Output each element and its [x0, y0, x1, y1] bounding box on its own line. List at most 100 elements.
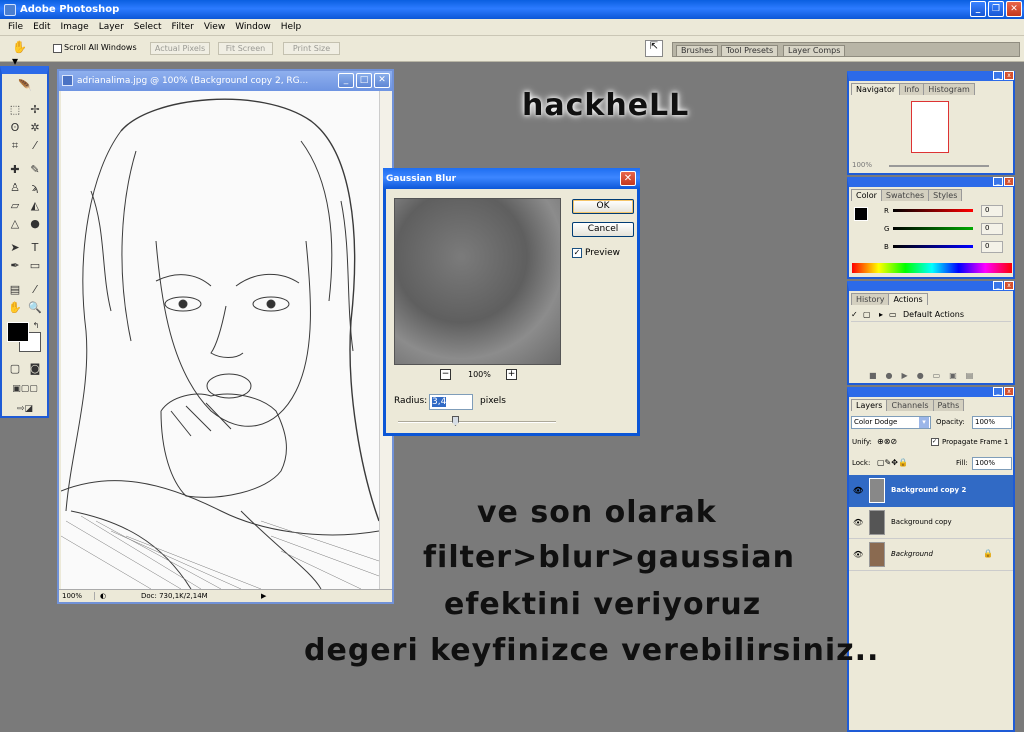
- tab-styles[interactable]: Styles: [928, 189, 963, 201]
- tab-histogram[interactable]: Histogram: [923, 83, 975, 95]
- restore-button[interactable]: ❐: [988, 1, 1004, 17]
- panel-close-button[interactable]: x: [1004, 281, 1014, 290]
- actual-pixels-button[interactable]: Actual Pixels: [150, 42, 210, 55]
- layer-visibility-eye-icon[interactable]: 👁: [853, 486, 863, 495]
- navigator-zoom-slider[interactable]: [889, 165, 989, 167]
- hand-tool-icon[interactable]: ✋▾: [12, 40, 30, 68]
- notes-tool-icon[interactable]: ▤: [7, 282, 23, 297]
- panel-minimize-button[interactable]: _: [993, 177, 1003, 186]
- dialog-toggle-icon[interactable]: ▢: [863, 310, 879, 319]
- zoom-out-button[interactable]: −: [440, 369, 451, 380]
- marquee-tool-icon[interactable]: ⬚: [7, 102, 23, 117]
- unify-icons[interactable]: ⊕⊗⊘: [877, 437, 897, 446]
- pen-tool-icon[interactable]: ✒: [7, 258, 23, 273]
- scroll-all-windows-checkbox[interactable]: [53, 44, 62, 53]
- menu-window[interactable]: Window: [230, 22, 276, 32]
- dialog-close-button[interactable]: ✕: [620, 171, 636, 186]
- eraser-tool-icon[interactable]: ▱: [7, 198, 23, 213]
- lock-icons[interactable]: ▢✎✥🔒: [877, 458, 908, 467]
- tab-info[interactable]: Info: [899, 83, 925, 95]
- fit-screen-button[interactable]: Fit Screen: [218, 42, 273, 55]
- panel-minimize-button[interactable]: _: [993, 71, 1003, 80]
- screen-mode-icons[interactable]: ▣▢▢: [5, 382, 45, 397]
- brush-tool-icon[interactable]: ✎: [27, 162, 43, 177]
- paint-bucket-tool-icon[interactable]: ◭: [27, 198, 43, 213]
- tab-layers[interactable]: Layers: [851, 399, 888, 411]
- channel-g-slider[interactable]: [893, 227, 973, 230]
- path-selection-tool-icon[interactable]: ➤: [7, 240, 23, 255]
- tab-navigator[interactable]: Navigator: [851, 83, 901, 95]
- propagate-checkbox[interactable]: ✓: [931, 438, 939, 446]
- action-check-icon[interactable]: ✓: [851, 310, 863, 319]
- tab-swatches[interactable]: Swatches: [880, 189, 930, 201]
- menu-select[interactable]: Select: [129, 22, 167, 32]
- foreground-color-swatch[interactable]: [7, 322, 29, 342]
- zoom-level[interactable]: 100%: [59, 592, 95, 600]
- quick-mask-icon[interactable]: ◙: [27, 361, 43, 376]
- healing-brush-tool-icon[interactable]: ✚: [7, 162, 23, 177]
- fill-input[interactable]: 100%: [972, 457, 1012, 470]
- radius-slider-track[interactable]: [398, 421, 556, 423]
- blend-mode-select[interactable]: Color Dodge ▾: [851, 416, 931, 429]
- channel-g-value[interactable]: 0: [981, 223, 1003, 235]
- tool-presets-tab[interactable]: Tool Presets: [721, 45, 779, 57]
- blur-tool-icon[interactable]: △: [7, 216, 23, 231]
- tab-channels[interactable]: Channels: [886, 399, 934, 411]
- doc-minimize-button[interactable]: _: [338, 73, 354, 88]
- dodge-tool-icon[interactable]: ●: [27, 216, 43, 231]
- action-set-row[interactable]: ✓ ▢ ▸ ▭ Default Actions: [851, 308, 1011, 322]
- panel-minimize-button[interactable]: _: [993, 387, 1003, 396]
- ok-button[interactable]: OK: [572, 199, 634, 214]
- history-brush-tool-icon[interactable]: ϡ: [27, 180, 43, 195]
- menu-file[interactable]: File: [3, 22, 28, 32]
- hand-tool-icon[interactable]: ✋: [7, 300, 23, 315]
- lasso-tool-icon[interactable]: ʘ: [7, 120, 23, 135]
- doc-maximize-button[interactable]: □: [356, 73, 372, 88]
- layer-row-background-copy[interactable]: 👁 Background copy: [849, 507, 1013, 539]
- layer-visibility-eye-icon[interactable]: 👁: [853, 518, 863, 527]
- magic-wand-tool-icon[interactable]: ✲: [27, 120, 43, 135]
- expand-arrow-icon[interactable]: ▸: [879, 310, 889, 319]
- slice-tool-icon[interactable]: ⁄: [27, 138, 43, 153]
- print-size-button[interactable]: Print Size: [283, 42, 340, 55]
- image-canvas[interactable]: [61, 91, 379, 589]
- layer-row-background[interactable]: 👁 Background 🔒: [849, 539, 1013, 571]
- panel-close-button[interactable]: x: [1004, 177, 1014, 186]
- opacity-input[interactable]: 100%: [972, 416, 1012, 429]
- layer-comps-tab[interactable]: Layer Comps: [783, 45, 846, 57]
- tab-history[interactable]: History: [851, 293, 890, 305]
- status-menu-arrow-icon[interactable]: ▶: [261, 592, 271, 600]
- tab-color[interactable]: Color: [851, 189, 882, 201]
- menu-layer[interactable]: Layer: [94, 22, 129, 32]
- cancel-button[interactable]: Cancel: [572, 222, 634, 237]
- type-tool-icon[interactable]: T: [27, 240, 43, 255]
- menu-filter[interactable]: Filter: [167, 22, 199, 32]
- menu-edit[interactable]: Edit: [28, 22, 55, 32]
- blur-preview-pane[interactable]: [394, 198, 561, 365]
- doc-close-button[interactable]: ✕: [374, 73, 390, 88]
- zoom-tool-icon[interactable]: 🔍: [27, 300, 43, 315]
- brushes-tab[interactable]: Brushes: [676, 45, 719, 57]
- jump-to-imageready-icon[interactable]: ⇨◪: [5, 402, 45, 417]
- clone-stamp-tool-icon[interactable]: ♙: [7, 180, 23, 195]
- actions-buttons-row[interactable]: ■●▶●▭▣▤: [869, 371, 982, 380]
- panel-close-button[interactable]: x: [1004, 387, 1014, 396]
- channel-b-slider[interactable]: [893, 245, 973, 248]
- menu-image[interactable]: Image: [56, 22, 94, 32]
- radius-slider-thumb[interactable]: [452, 416, 459, 426]
- shape-tool-icon[interactable]: ▭: [27, 258, 43, 273]
- layer-row-background-copy-2[interactable]: 👁 Background copy 2: [849, 475, 1013, 507]
- eyedropper-tool-icon[interactable]: ⁄: [27, 282, 43, 297]
- navigator-zoom[interactable]: 100%: [852, 161, 872, 169]
- channel-r-slider[interactable]: [893, 209, 973, 212]
- color-spectrum-bar[interactable]: [852, 263, 1012, 273]
- menu-view[interactable]: View: [199, 22, 230, 32]
- panel-close-button[interactable]: x: [1004, 71, 1014, 80]
- crop-tool-icon[interactable]: ⌗: [7, 138, 23, 153]
- channel-r-value[interactable]: 0: [981, 205, 1003, 217]
- file-browser-icon[interactable]: ⇱: [645, 40, 663, 57]
- standard-mode-icon[interactable]: ▢: [7, 361, 23, 376]
- channel-b-value[interactable]: 0: [981, 241, 1003, 253]
- minimize-button[interactable]: _: [970, 1, 986, 17]
- swap-colors-icon[interactable]: ↰: [30, 318, 42, 333]
